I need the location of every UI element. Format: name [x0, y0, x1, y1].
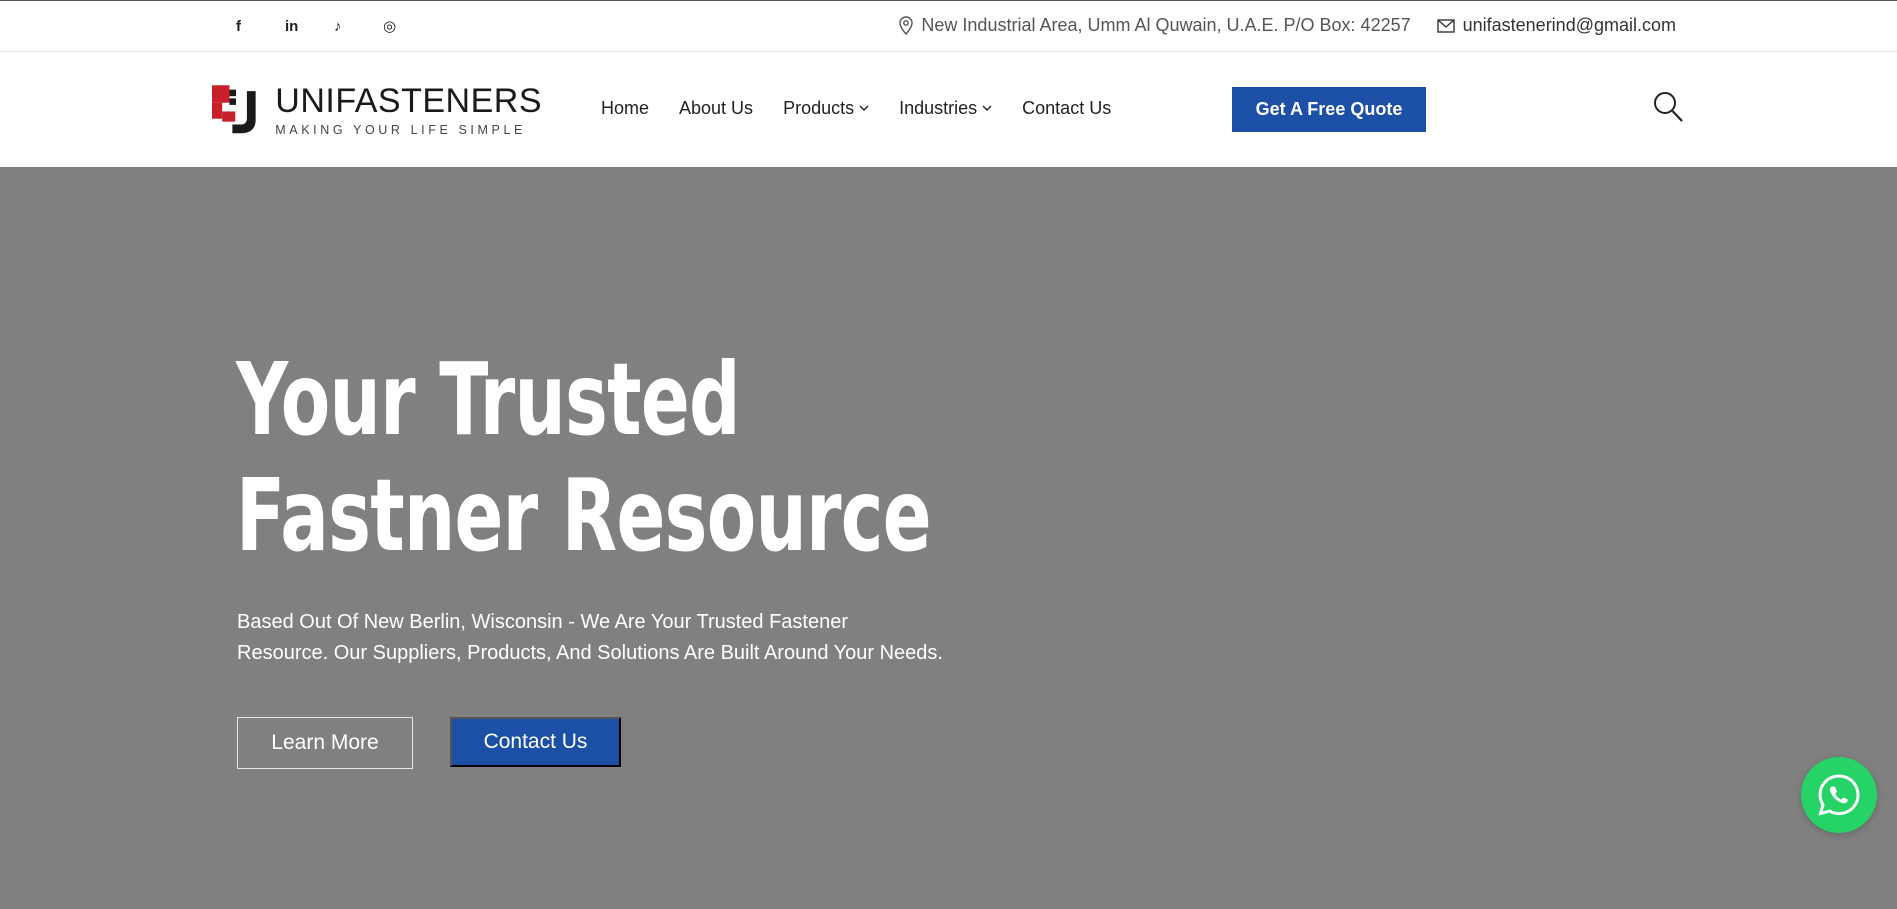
hero-subtitle-line-1: Based Out Of New Berlin, Wisconsin - We …	[237, 611, 849, 633]
nav-item-label: Contact Us	[1022, 98, 1112, 118]
instagram-icon[interactable]: ◎	[383, 14, 432, 38]
tiktok-icon[interactable]: ♪	[334, 14, 383, 38]
whatsapp-icon	[1818, 774, 1860, 816]
hero-section: Your Trusted Fastner Resource Based Out …	[0, 167, 1897, 909]
hero-title-line-2: Fastner Resource	[236, 457, 932, 574]
linkedin-icon[interactable]: in	[285, 14, 334, 38]
hero-title-line-1: Your Trusted	[236, 341, 741, 458]
email-link[interactable]: unifastenerind@gmail.com	[1463, 15, 1676, 36]
hero-subtitle: Based Out Of New Berlin, Wisconsin - We …	[237, 607, 997, 669]
whatsapp-button[interactable]	[1801, 757, 1877, 833]
brand-name: UNIFASTENERS	[275, 82, 542, 120]
nav-item-label: Industries	[899, 98, 978, 118]
top-bar: f in ♪ ◎ New Industrial Area, Umm Al Quw…	[0, 0, 1897, 52]
hero-title: Your Trusted Fastner Resource	[236, 341, 932, 574]
main-navbar: UNIFASTENERS MAKING YOUR LIFE SIMPLE Hom…	[0, 52, 1897, 167]
search-icon[interactable]	[1652, 90, 1684, 124]
nav-item-industries[interactable]: Industries	[899, 98, 992, 119]
address-text: New Industrial Area, Umm Al Quwain, U.A.…	[921, 15, 1411, 35]
get-free-quote-button[interactable]: Get A Free Quote	[1232, 87, 1426, 132]
nav-item-label: Home	[601, 98, 650, 118]
logo-mark-icon	[212, 85, 256, 134]
chevron-down-icon	[982, 105, 992, 111]
social-links: f in ♪ ◎	[236, 14, 432, 38]
learn-more-button[interactable]: Learn More	[237, 717, 413, 769]
nav-item-home[interactable]: Home	[601, 98, 649, 119]
chevron-down-icon	[859, 105, 869, 111]
nav-menu: Home About Us Products Industries Contac…	[601, 98, 1141, 119]
nav-item-label: About Us	[679, 98, 754, 118]
facebook-icon[interactable]: f	[236, 14, 285, 38]
hero-subtitle-line-2: Resource. Our Suppliers, Products, And S…	[237, 642, 943, 664]
nav-item-contact-us[interactable]: Contact Us	[1022, 98, 1111, 119]
location-pin-icon	[899, 16, 914, 35]
contact-us-button[interactable]: Contact Us	[450, 717, 621, 767]
nav-item-about-us[interactable]: About Us	[679, 98, 753, 119]
address-item: New Industrial Area, Umm Al Quwain, U.A.…	[899, 15, 1411, 36]
envelope-icon	[1436, 18, 1455, 33]
email-item[interactable]: unifastenerind@gmail.com	[1436, 15, 1676, 36]
brand-tagline: MAKING YOUR LIFE SIMPLE	[275, 123, 526, 137]
contact-info: New Industrial Area, Umm Al Quwain, U.A.…	[899, 15, 1676, 36]
logo[interactable]: UNIFASTENERS MAKING YOUR LIFE SIMPLE	[212, 76, 542, 144]
nav-item-products[interactable]: Products	[783, 98, 869, 119]
nav-item-label: Products	[783, 98, 855, 118]
